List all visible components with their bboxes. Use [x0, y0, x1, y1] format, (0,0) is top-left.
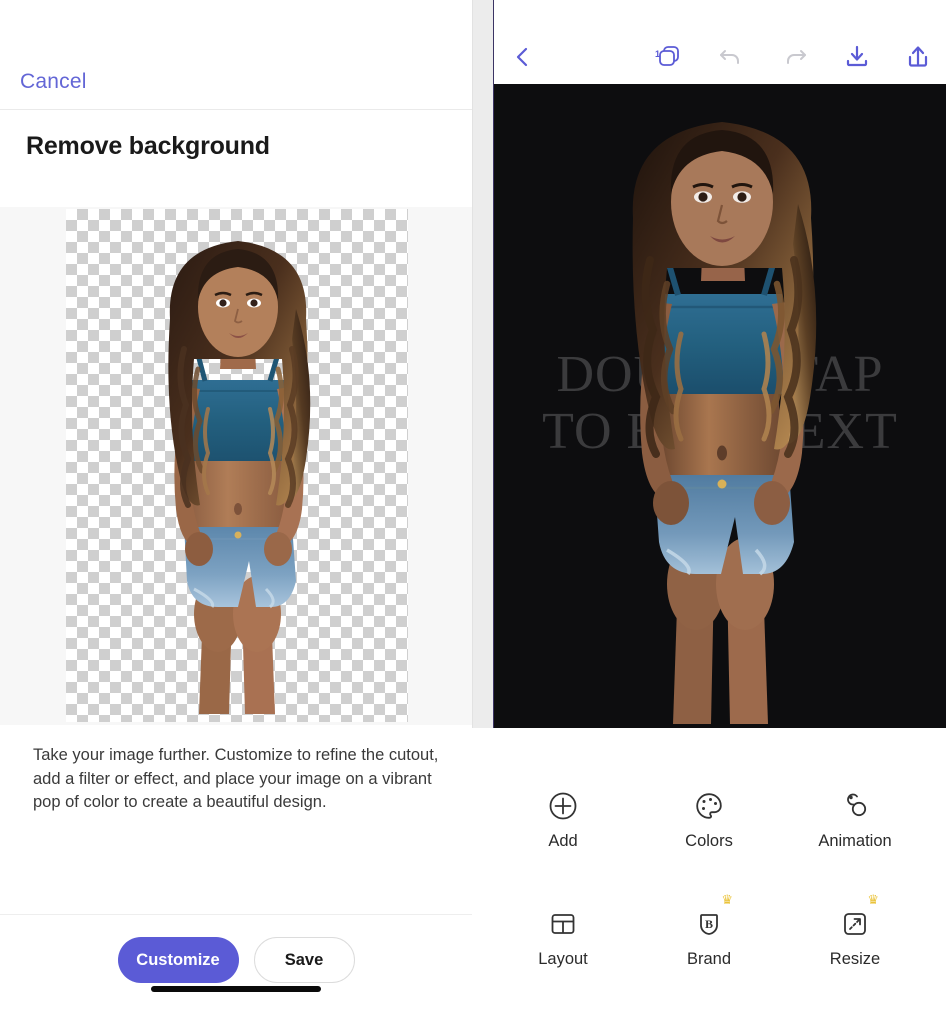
- undo-button[interactable]: [709, 36, 751, 78]
- editor-tool-grid: Add Colors Animation Layout B ♛ Brand ♛ …: [494, 728, 946, 1024]
- pages-count-badge: 1: [655, 49, 661, 59]
- palette-icon: [696, 793, 722, 819]
- resize-icon-box: ♛: [835, 893, 879, 944]
- chevron-left-icon: [516, 47, 528, 67]
- save-button[interactable]: Save: [253, 937, 355, 983]
- add-icon-box: [543, 786, 583, 826]
- tool-animation[interactable]: Animation: [795, 786, 915, 851]
- tool-add[interactable]: Add: [503, 786, 623, 851]
- cutout-preview-area[interactable]: [0, 207, 472, 725]
- download-button[interactable]: [836, 36, 878, 78]
- home-indicator[interactable]: [151, 986, 321, 992]
- cutout-image: [66, 209, 408, 722]
- layout-icon: [551, 914, 575, 934]
- back-button[interactable]: [502, 36, 544, 78]
- svg-text:B: B: [705, 917, 713, 931]
- pages-button[interactable]: 1: [648, 36, 690, 78]
- share-button[interactable]: [897, 36, 939, 78]
- animation-icon: [847, 793, 867, 817]
- canvas-subject-image: [494, 84, 946, 728]
- customize-button[interactable]: Customize: [117, 937, 239, 983]
- description-text: Take your image further. Customize to re…: [33, 746, 439, 811]
- layout-icon-box: [543, 904, 583, 944]
- tool-colors-label: Colors: [685, 832, 733, 850]
- undo-icon: [720, 50, 739, 64]
- tool-resize-label: Resize: [829, 950, 881, 968]
- redo-button[interactable]: [775, 36, 817, 78]
- tool-brand-label: Brand: [686, 950, 732, 968]
- tool-add-label: Add: [548, 832, 578, 850]
- share-icon: [908, 46, 928, 67]
- tool-colors[interactable]: Colors: [649, 786, 769, 851]
- app-root: Cancel Remove background Take your image…: [0, 0, 946, 1024]
- editor-canvas[interactable]: DOUBLE TAP TO EDIT TEXT: [494, 84, 946, 728]
- editor-panel: 1 TAP TO TEXT Add Colors Animation Layou…: [494, 0, 946, 1024]
- brand-icon-box: B ♛: [689, 893, 733, 944]
- resize-icon: [844, 913, 866, 935]
- tool-layout-label: Layout: [538, 950, 588, 968]
- premium-crown-icon: ♛: [867, 892, 879, 907]
- home-indicator-area: [0, 978, 472, 1024]
- premium-crown-icon: ♛: [721, 892, 733, 907]
- redo-icon: [787, 50, 806, 64]
- brand-icon: B: [700, 914, 718, 935]
- tool-layout[interactable]: Layout: [503, 904, 623, 969]
- editor-toolbar: 1: [494, 0, 946, 84]
- tool-resize[interactable]: ♛ Resize: [795, 893, 915, 969]
- sheet-title-bar: Remove background: [0, 110, 472, 207]
- download-icon: [846, 45, 868, 67]
- cancel-button[interactable]: Cancel: [20, 70, 87, 94]
- tool-brand[interactable]: B ♛ Brand: [649, 893, 769, 969]
- remove-background-sheet: Cancel Remove background Take your image…: [0, 0, 472, 1024]
- tool-animation-label: Animation: [818, 832, 892, 850]
- colors-icon-box: [689, 786, 729, 826]
- plus-circle-icon: [549, 792, 577, 820]
- animation-icon-box: [835, 786, 875, 826]
- description-area: Take your image further. Customize to re…: [0, 725, 472, 915]
- page-title: Remove background: [26, 132, 270, 160]
- panel-divider: [472, 0, 494, 728]
- sheet-header: Cancel: [0, 0, 472, 110]
